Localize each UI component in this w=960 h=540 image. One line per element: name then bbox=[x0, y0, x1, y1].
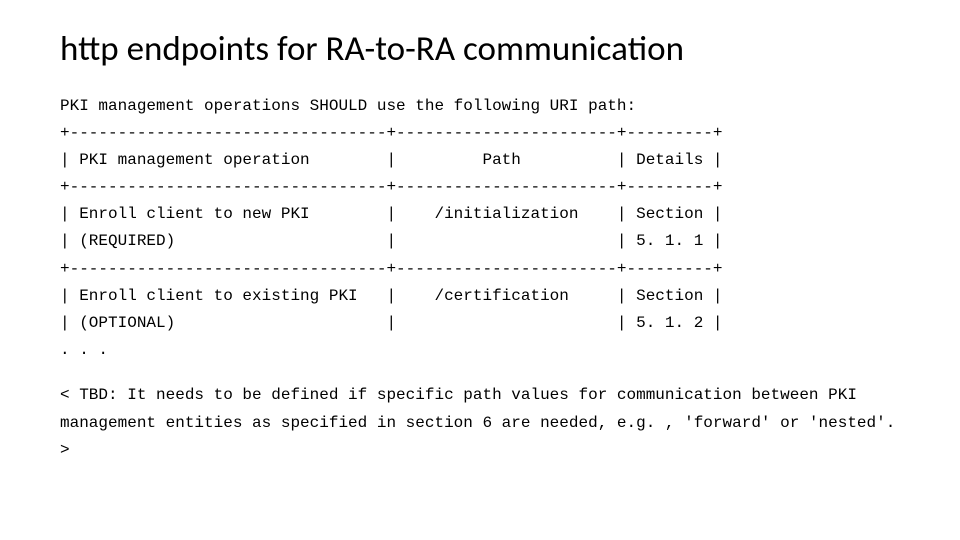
tbd-note: < TBD: It needs to be defined if specifi… bbox=[60, 382, 900, 464]
page-title: http endpoints for RA-to-RA communicatio… bbox=[60, 30, 900, 69]
table-header-row: | PKI management operation | Path | Deta… bbox=[60, 147, 900, 174]
table-row-2-line-2: | (OPTIONAL) | | 5. 1. 2 | bbox=[60, 310, 900, 337]
table-row-2-line-1: | Enroll client to existing PKI | /certi… bbox=[60, 283, 900, 310]
table-border-mid2: +---------------------------------+-----… bbox=[60, 256, 900, 283]
table-border-mid1: +---------------------------------+-----… bbox=[60, 174, 900, 201]
ellipsis: . . . bbox=[60, 337, 900, 364]
table-border-top: +---------------------------------+-----… bbox=[60, 120, 900, 147]
intro-text: PKI management operations SHOULD use the… bbox=[60, 93, 900, 120]
table-row-1-line-1: | Enroll client to new PKI | /initializa… bbox=[60, 201, 900, 228]
slide: http endpoints for RA-to-RA communicatio… bbox=[0, 0, 960, 540]
table-row-1-line-2: | (REQUIRED) | | 5. 1. 1 | bbox=[60, 228, 900, 255]
